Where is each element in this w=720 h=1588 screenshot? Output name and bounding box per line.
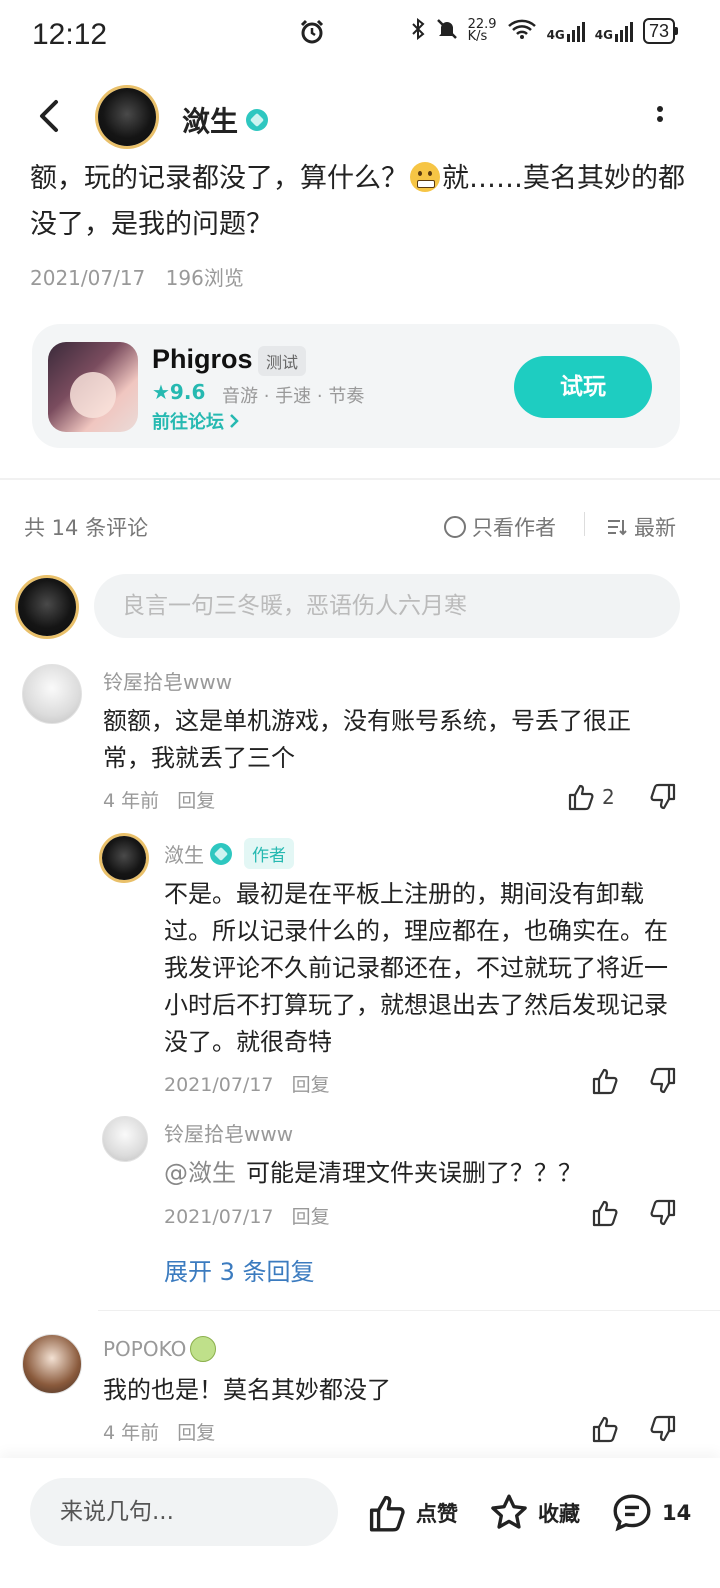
reply-text: 不是。最初是在平板上注册的，期间没有卸载过。所以记录什么的，理应都在，也确实在。… — [164, 880, 668, 1056]
star-icon — [491, 1494, 527, 1529]
reply-meta: 2021/07/17 回复 — [164, 1206, 330, 1228]
reply-name-row[interactable]: 潋生 作者 — [164, 838, 294, 869]
comment-bubble-icon — [613, 1494, 651, 1532]
thumbs-down-icon — [650, 1199, 676, 1226]
author-name: 潋生 — [182, 105, 239, 138]
post-content: 额，玩的记录都没了，算什么？ 就……莫名其妙的都没了，是我的问题？ — [30, 162, 685, 240]
comment-count: 共 14 条评论 — [24, 516, 149, 540]
like-count: 2 — [602, 785, 615, 809]
grimace-emoji-icon — [410, 162, 440, 192]
dislike-button[interactable] — [648, 782, 678, 816]
bluetooth-icon — [410, 17, 426, 44]
like-button[interactable] — [590, 1198, 620, 1232]
alarm-icon — [298, 18, 326, 50]
try-button[interactable]: 试玩 — [514, 356, 652, 418]
reply-text: @潋生 可能是清理文件夹误删了？？？ — [164, 1159, 582, 1187]
comment-meta: 4 年前 回复 — [103, 1422, 216, 1444]
comments-button[interactable]: 14 — [610, 1492, 691, 1534]
reply-button[interactable]: 回复 — [177, 1422, 215, 1444]
favorite-button[interactable]: 收藏 — [488, 1492, 580, 1534]
reply-button[interactable]: 回复 — [292, 1206, 330, 1228]
chevron-right-icon — [230, 414, 239, 428]
reply-name[interactable]: 铃屋拾皂www — [164, 1118, 293, 1147]
comment-input[interactable]: 良言一句三冬暖，恶语伤人六月寒 — [94, 574, 680, 638]
battery-indicator: 73 — [642, 18, 678, 44]
reply-avatar[interactable] — [102, 836, 146, 880]
mention-link[interactable]: @潋生 — [164, 1159, 236, 1187]
separator — [584, 512, 585, 536]
thumbs-up-icon — [592, 1416, 618, 1443]
like-button[interactable] — [590, 1414, 620, 1448]
post-date: 2021/07/17 — [30, 266, 146, 290]
comment-text: 额额，这是单机游戏，没有账号系统，号丢了很正常，我就丢了三个 — [103, 707, 631, 772]
like-button[interactable] — [590, 1066, 620, 1100]
sort-button[interactable]: 最新 — [606, 512, 676, 542]
comment-text: 我的也是！莫名其妙都没了 — [103, 1376, 391, 1404]
commenter-name[interactable]: 铃屋拾皂www — [103, 666, 232, 695]
thumbs-up-icon — [568, 784, 594, 811]
expand-replies-button[interactable]: 展开 3 条回复 — [164, 1252, 315, 1287]
game-genres: 音游 · 手速 · 节奏 — [222, 386, 365, 407]
reply-avatar[interactable] — [102, 1116, 148, 1162]
status-time: 12:12 — [32, 18, 108, 51]
net-speed: 22.9 K/s — [467, 17, 497, 44]
mute-icon — [436, 18, 458, 44]
comment-divider — [98, 1310, 720, 1311]
comment-meta: 4 年前 回复 — [103, 790, 216, 812]
back-button[interactable] — [32, 96, 72, 136]
reply-button[interactable]: 回复 — [292, 1074, 330, 1096]
thumbs-up-icon — [592, 1200, 618, 1227]
reply-meta: 2021/07/17 回复 — [164, 1074, 330, 1096]
radio-circle-icon — [444, 516, 466, 538]
battery-level: 73 — [642, 18, 675, 44]
sort-icon — [608, 520, 627, 536]
signal-2: 4G — [595, 20, 633, 42]
bottom-comment-input[interactable]: 来说几句... — [30, 1478, 338, 1546]
more-options-icon[interactable] — [652, 102, 668, 132]
post-meta: 2021/07/17 196浏览 — [30, 262, 244, 291]
like-button[interactable]: 2 — [566, 782, 615, 812]
thumbs-down-icon — [650, 1067, 676, 1094]
commenter-avatar[interactable] — [22, 1334, 82, 1394]
thumbs-up-icon — [369, 1495, 405, 1532]
like-post-button[interactable]: 点赞 — [366, 1492, 458, 1534]
commenter-avatar[interactable] — [22, 664, 82, 724]
post-views: 196浏览 — [165, 266, 244, 290]
game-name[interactable]: Phigros — [152, 344, 253, 375]
game-tag: 测试 — [258, 346, 307, 376]
verified-icon — [210, 842, 232, 865]
verified-icon — [246, 109, 269, 131]
reply-button[interactable]: 回复 — [177, 790, 215, 812]
section-divider — [0, 478, 720, 480]
forum-link[interactable]: 前往论坛 — [152, 408, 240, 434]
thumbs-down-icon — [650, 1415, 676, 1442]
author-name-row[interactable]: 潋生 — [182, 100, 269, 140]
character-badge-icon — [190, 1336, 217, 1362]
dislike-button[interactable] — [648, 1198, 678, 1232]
thumbs-down-icon — [650, 783, 676, 810]
status-bar: 12:12 22.9 K/s 4G 4G 73 — [0, 0, 720, 74]
status-icons: 22.9 K/s 4G 4G 73 — [410, 17, 678, 44]
only-author-toggle[interactable]: 只看作者 — [444, 512, 556, 542]
game-icon[interactable] — [48, 342, 138, 432]
my-avatar — [18, 578, 76, 636]
wifi-icon — [507, 18, 537, 44]
commenter-name-row[interactable]: POPOKO — [103, 1336, 217, 1362]
dislike-button[interactable] — [648, 1414, 678, 1448]
game-rating: ★9.6 — [152, 380, 206, 404]
author-avatar[interactable] — [98, 88, 156, 146]
signal-1: 4G — [547, 20, 585, 42]
thumbs-up-icon — [592, 1068, 618, 1095]
dislike-button[interactable] — [648, 1066, 678, 1100]
author-badge: 作者 — [244, 838, 294, 869]
